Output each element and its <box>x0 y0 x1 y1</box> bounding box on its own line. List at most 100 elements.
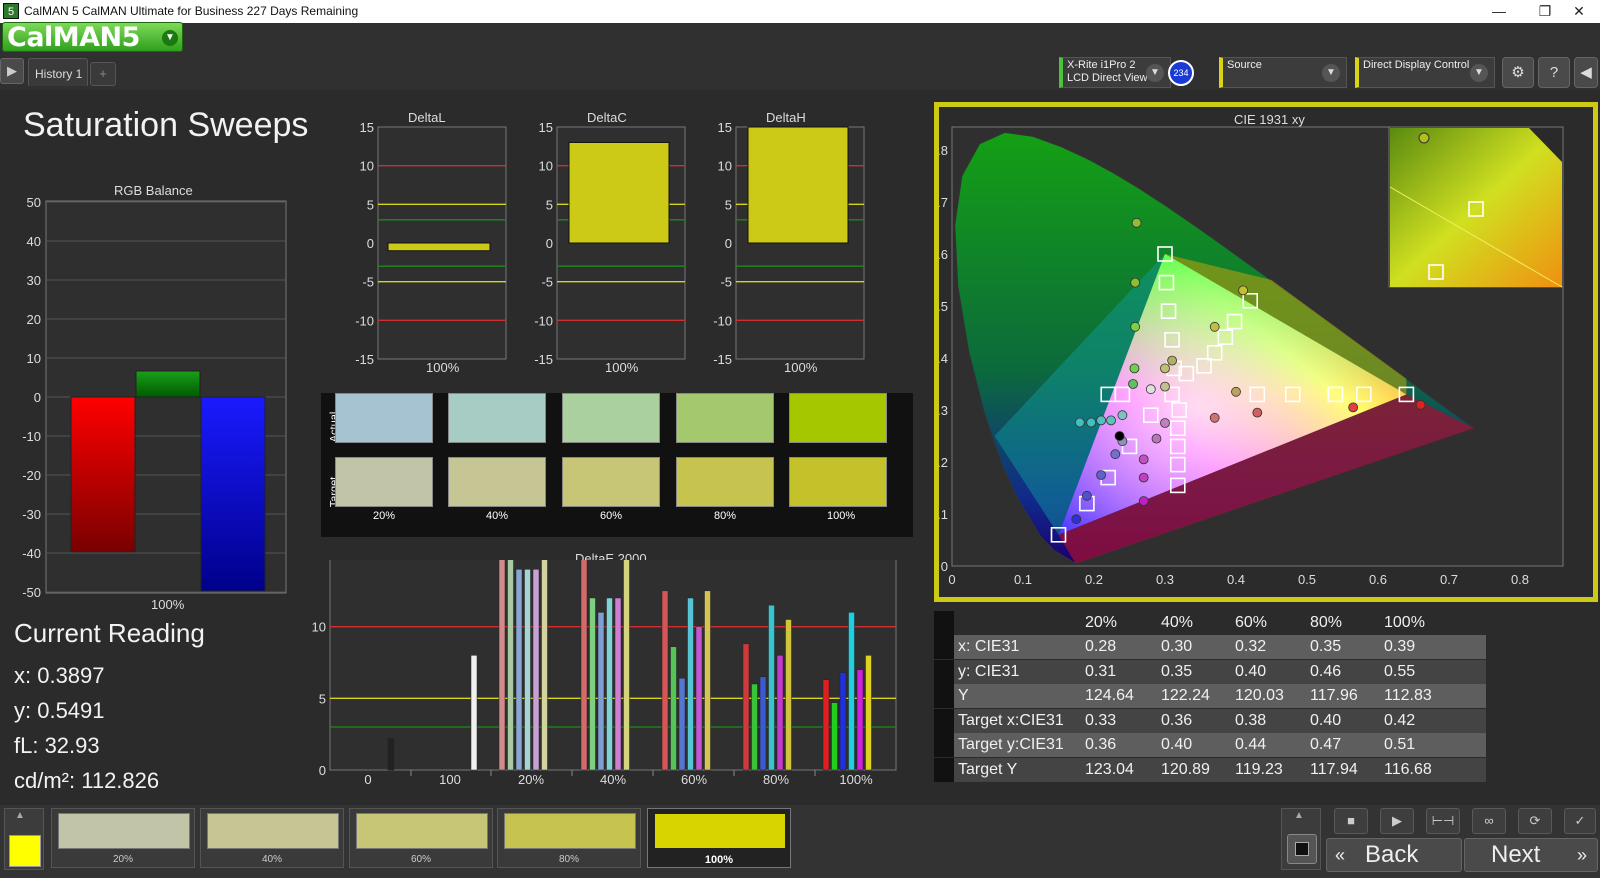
deltae-bar <box>831 702 838 771</box>
meter-selector[interactable]: X-Rite i1Pro 2 LCD Direct View ▼ <box>1059 57 1171 88</box>
y-tick-label: -15 <box>355 352 374 365</box>
table-row: Target x:CIE31 0.33 0.36 0.38 0.40 0.42 <box>934 708 1486 733</box>
y-tick-label: -15 <box>534 352 553 365</box>
table-cell: 0.35 <box>1161 662 1193 680</box>
gear-icon[interactable]: ⚙ <box>1502 57 1534 88</box>
reading-y: y: 0.5491 <box>14 698 105 723</box>
actual-swatch <box>676 393 774 443</box>
deltae-bar <box>678 678 686 771</box>
play-icon[interactable]: ▶ <box>1380 808 1414 834</box>
step-swatch <box>356 813 488 849</box>
blue-bar <box>200 396 266 592</box>
add-tab-button[interactable]: + <box>90 62 116 86</box>
measured-point <box>1415 399 1426 410</box>
y-tick-label: 10 <box>27 351 41 366</box>
help-icon[interactable]: ? <box>1538 57 1570 88</box>
table-row: Target Y 123.04 120.89 119.23 117.94 116.68 <box>934 757 1486 782</box>
x-tick-label: 40% <box>600 772 626 787</box>
table-cell: 117.96 <box>1310 687 1358 704</box>
delta-chart: 15 10 5 0 -5 -10 -15 <box>355 120 507 365</box>
delta-bar <box>568 141 670 244</box>
step-thumbnail[interactable]: 20% <box>51 808 195 868</box>
y-tick-label: -10 <box>22 429 41 444</box>
y-tick-label: 10 <box>718 159 732 174</box>
deltae-bar <box>589 597 596 771</box>
row-label: y: CIE31 <box>958 662 1020 680</box>
deltae-bar <box>704 590 711 771</box>
delta-category-label: 100% <box>605 360 639 375</box>
delta-bar <box>747 126 849 244</box>
display-selector[interactable]: Direct Display Control ▼ <box>1355 57 1495 88</box>
step-swatch <box>58 813 190 849</box>
y-tick-label: 5 <box>367 197 374 212</box>
y-tick-label: 0 <box>319 763 326 778</box>
deltae-bar <box>759 676 767 771</box>
tab-history-1[interactable]: History 1 <box>28 58 88 86</box>
table-cell: 119.23 <box>1235 760 1283 778</box>
title-bar: 5 CalMAN 5 CalMAN Ultimate for Business … <box>0 0 1600 23</box>
y-tick-label: 0.1 <box>939 507 948 522</box>
measured-point <box>1096 470 1107 480</box>
source-selector[interactable]: Source ▼ <box>1219 57 1347 88</box>
red-bar <box>70 396 136 553</box>
measured-point <box>1138 472 1149 483</box>
play-nav-icon[interactable]: ▶ <box>0 58 24 84</box>
step-label: 20% <box>112 854 133 865</box>
chevron-up-icon[interactable]: ▲ <box>15 810 25 821</box>
x-tick-label: 100% <box>839 772 873 787</box>
check-icon[interactable]: ✓ <box>1564 808 1596 834</box>
table-cell: 116.68 <box>1384 760 1432 778</box>
collapse-icon[interactable]: ◀ <box>1574 57 1598 88</box>
stop-button[interactable] <box>1287 834 1317 864</box>
x-tick-label: 0 <box>948 572 955 587</box>
measured-point <box>1128 379 1138 389</box>
y-tick-label: -5 <box>362 275 374 290</box>
table-header-cell: 100% <box>1384 614 1425 631</box>
refresh-icon[interactable]: ⟳ <box>1518 808 1552 834</box>
table-cell: 0.55 <box>1384 662 1416 680</box>
calman-logo-menu[interactable]: CalMAN5 ▼ <box>2 22 183 53</box>
swatch-label: 20% <box>373 510 396 522</box>
y-tick-label: -30 <box>22 507 41 522</box>
step-thumbnail[interactable]: 60% <box>349 808 493 868</box>
table-cell: 0.42 <box>1384 711 1416 729</box>
loop-icon[interactable]: ∞ <box>1472 808 1506 834</box>
back-button[interactable]: « Back <box>1326 838 1462 872</box>
page-title: Saturation Sweeps <box>23 106 309 144</box>
delta-chart: 15 10 5 0 -5 -10 -15 <box>713 120 865 365</box>
deltae-bar <box>687 597 694 771</box>
y-tick-label: 15 <box>539 120 553 135</box>
y-tick-label: 0.2 <box>939 455 948 470</box>
measured-point <box>1252 407 1263 418</box>
step-thumbnail[interactable]: 40% <box>200 808 344 868</box>
read-series-icon[interactable]: ⊢⊣ <box>1426 808 1460 834</box>
step-thumbnail[interactable]: 80% <box>497 808 641 868</box>
actual-swatch <box>562 393 660 443</box>
x-tick-label: 20% <box>518 772 544 787</box>
current-reading-title: Current Reading <box>14 618 205 648</box>
table-header-cell: 80% <box>1310 614 1343 631</box>
y-tick-label: -5 <box>720 275 732 290</box>
y-tick-label: 0 <box>34 390 41 405</box>
stop-small-icon[interactable]: ■ <box>1334 808 1368 834</box>
meter-badge[interactable]: 234 <box>1168 60 1194 86</box>
y-tick-label: 0.4 <box>939 351 948 366</box>
table-cell: 124.64 <box>1085 687 1134 704</box>
close-button[interactable]: ✕ <box>1556 0 1600 23</box>
table-cell: 112.83 <box>1384 687 1432 704</box>
x-tick-label: 0.8 <box>1511 572 1529 587</box>
cie-diagram: 0 0.1 0.2 0.3 0.4 0.5 0.6 0.7 0.8 0.8 0.7 0.6 0.5 0.4… <box>939 126 1564 587</box>
deltae-bar <box>661 590 669 771</box>
y-tick-label: 5 <box>725 197 732 212</box>
next-button[interactable]: Next » <box>1464 838 1598 872</box>
chevron-up-icon[interactable]: ▲ <box>1294 810 1304 821</box>
window-title: CalMAN 5 CalMAN Ultimate for Business 22… <box>24 4 359 18</box>
minimize-button[interactable]: — <box>1476 0 1522 23</box>
y-tick-label: 0.7 <box>939 195 948 210</box>
y-tick-label: 0 <box>546 236 553 251</box>
step-thumbnail[interactable]: 100% <box>647 808 791 868</box>
table-cell: 0.35 <box>1310 638 1342 655</box>
measured-point <box>1096 415 1107 426</box>
x-tick-label: 0.3 <box>1156 572 1174 587</box>
deltae-bar <box>541 560 548 771</box>
